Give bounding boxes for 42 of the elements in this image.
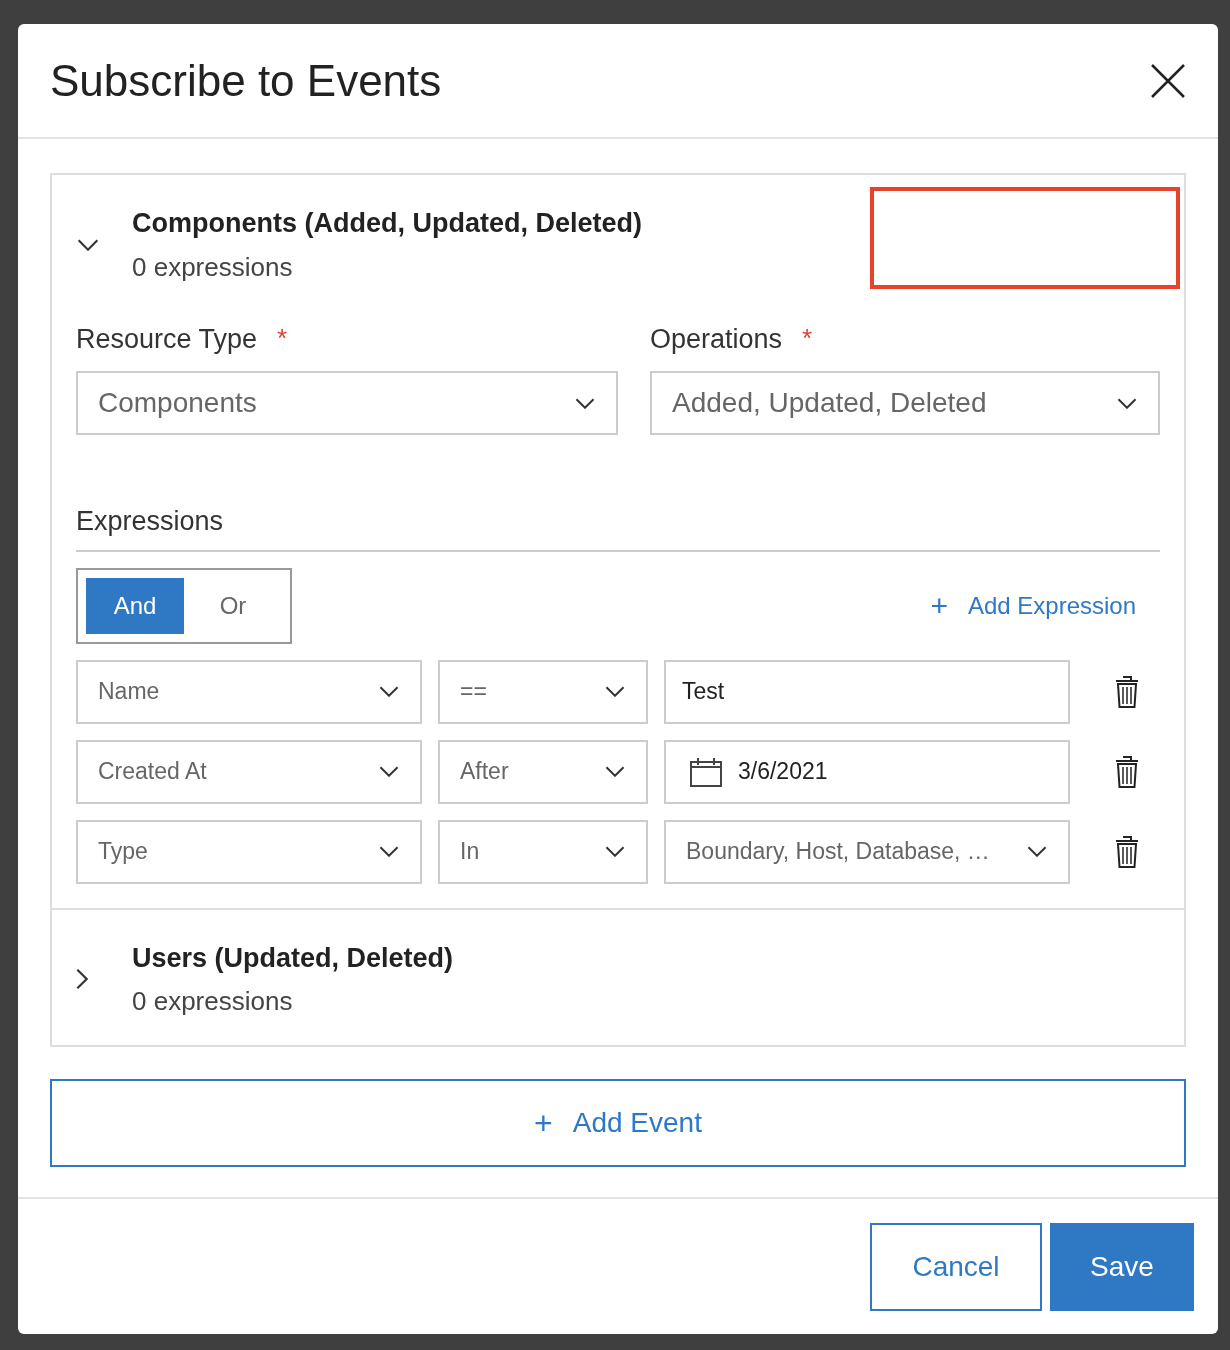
save-button[interactable]: Save [1050,1222,1194,1311]
dropdown-select[interactable]: Components [76,371,618,435]
value-input[interactable]: Test [664,659,1070,724]
chevron-down-icon [574,397,596,409]
date-input[interactable]: 3/6/2021 [664,739,1070,804]
logic-option[interactable]: And [86,577,184,634]
chevron-down-icon [604,686,626,697]
chevron-down-icon [378,846,400,857]
calendar-icon [690,756,722,787]
cancel-button[interactable]: Cancel [870,1222,1042,1311]
section-title: Users (Updated, Deleted) [132,941,454,975]
section-title: Components (Added, Updated, Deleted) [132,207,642,240]
operator-select[interactable]: == [438,659,648,724]
chevron-down-icon [604,766,626,777]
dropdown-select[interactable]: Added, Updated, Deleted [650,371,1160,435]
section-label: Expressions [76,506,224,536]
field-select[interactable]: Name [76,659,422,724]
trash-icon[interactable] [1114,834,1140,869]
chevron-down-icon [1116,397,1138,409]
chevron-down-icon[interactable] [76,238,100,251]
chevron-right-icon[interactable] [76,967,88,992]
field-label: Operations [650,322,783,356]
chevron-down-icon [378,766,400,777]
close-icon[interactable] [1150,62,1186,99]
field-label: Resource Type [76,322,258,356]
section-subtitle: 0 expressions [132,985,294,1018]
field-select[interactable]: Type [76,819,422,884]
add-expression-link[interactable]: + Add Expression [930,583,1136,628]
required-mark: * [802,321,813,355]
add-event-button[interactable]: + Add Event [50,1079,1186,1167]
trash-icon[interactable] [1114,674,1140,709]
trash-icon[interactable] [1114,754,1140,789]
operator-select[interactable]: After [438,739,648,804]
value-select[interactable]: Boundary, Host, Database, … [664,819,1070,884]
operator-select[interactable]: In [438,819,648,884]
chevron-down-icon [604,846,626,857]
dialog-title: Subscribe to Events [50,54,442,107]
chevron-down-icon [378,686,400,697]
field-select[interactable]: Created At [76,739,422,804]
chevron-down-icon [1026,846,1048,857]
section-subtitle: 0 expressions [132,250,294,284]
required-mark: * [277,321,288,355]
